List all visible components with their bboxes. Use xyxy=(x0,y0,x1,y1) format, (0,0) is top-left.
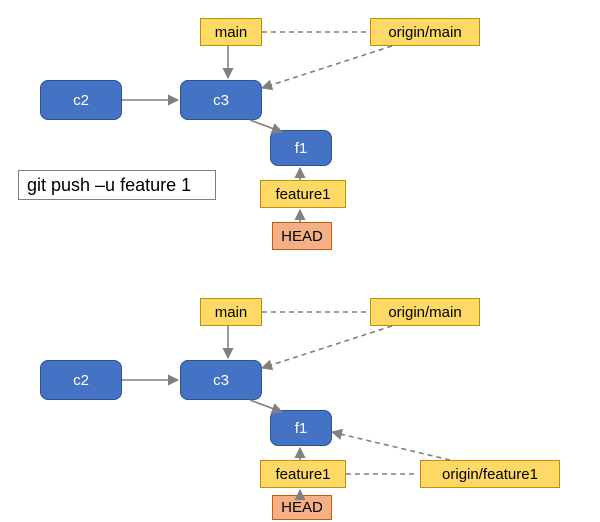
after-branch-main: main xyxy=(200,298,262,326)
after-commit-c2: c2 xyxy=(40,360,122,400)
after-commit-f1: f1 xyxy=(270,410,332,446)
after-branch-origin-main: origin/main xyxy=(370,298,480,326)
before-branch-main: main xyxy=(200,18,262,46)
after-branch-origin-feature1: origin/feature1 xyxy=(420,460,560,488)
diagram-canvas: { "command": "git push –u feature 1", "b… xyxy=(0,0,600,522)
before-commit-c3: c3 xyxy=(180,80,262,120)
before-head: HEAD xyxy=(272,222,332,250)
before-commit-c2: c2 xyxy=(40,80,122,120)
after-commit-c3: c3 xyxy=(180,360,262,400)
after-arrow-originfeature1-to-f1 xyxy=(332,432,450,460)
before-arrow-originmain-to-c3 xyxy=(262,46,392,88)
command-label: git push –u feature 1 xyxy=(18,170,216,200)
before-branch-feature1: feature1 xyxy=(260,180,346,208)
after-branch-feature1: feature1 xyxy=(260,460,346,488)
after-arrow-originmain-to-c3 xyxy=(262,326,392,368)
before-branch-origin-main: origin/main xyxy=(370,18,480,46)
before-commit-f1: f1 xyxy=(270,130,332,166)
after-head: HEAD xyxy=(272,495,332,520)
